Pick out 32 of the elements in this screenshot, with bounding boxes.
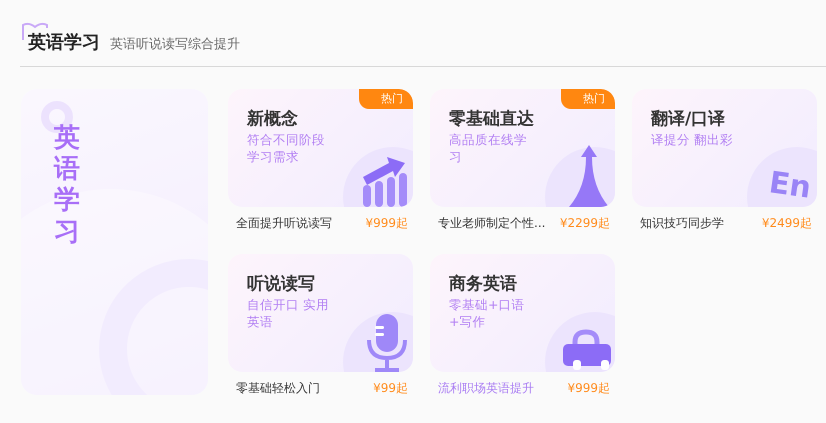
course-caption[interactable]: 全面提升听说读写 xyxy=(236,214,332,232)
briefcase-icon xyxy=(561,328,611,372)
course-subtitle: 符合不同阶段学习需求 xyxy=(247,131,326,165)
letters-icon: En xyxy=(767,168,813,204)
course-title: 商务英语 xyxy=(449,273,518,295)
course-price: ¥999起 xyxy=(365,215,408,232)
course-card[interactable]: 听说读写 自信开口 实用英语 xyxy=(228,254,413,372)
hot-badge: 热门 xyxy=(359,89,413,109)
course-card[interactable]: 商务英语 零基础+口语+写作 xyxy=(430,254,615,372)
hot-badge: 热门 xyxy=(561,89,615,109)
section-subtitle: 英语听说读写综合提升 xyxy=(110,36,240,53)
course-card[interactable]: 零基础直达 高品质在线学习 热门 xyxy=(430,89,615,207)
course-title: 翻译/口译 xyxy=(651,108,726,130)
course-title: 新概念 xyxy=(247,108,299,130)
course-caption[interactable]: 专业老师制定个性... xyxy=(438,214,546,232)
course-subtitle: 译提分 翻出彩 xyxy=(651,131,734,148)
section-title: 英语学习 xyxy=(28,31,100,54)
course-price: ¥2299起 xyxy=(560,215,610,232)
banner-title: 英语学习 xyxy=(54,123,80,248)
course-card[interactable]: En 翻译/口译 译提分 翻出彩 xyxy=(632,89,817,207)
course-card[interactable]: 新概念 符合不同阶段学习需求 热门 xyxy=(228,89,413,207)
course-subtitle: 自信开口 实用英语 xyxy=(247,296,330,330)
course-subtitle: 高品质在线学习 xyxy=(449,131,528,165)
course-caption[interactable]: 零基础轻松入门 xyxy=(236,379,320,397)
course-price: ¥99起 xyxy=(373,380,408,397)
course-subtitle: 零基础+口语+写作 xyxy=(449,296,526,330)
course-price: ¥999起 xyxy=(567,380,610,397)
course-title: 零基础直达 xyxy=(449,108,535,130)
course-caption[interactable]: 知识技巧同步学 xyxy=(640,214,724,232)
microphone-icon xyxy=(365,314,409,372)
course-price: ¥2499起 xyxy=(762,215,812,232)
course-title: 听说读写 xyxy=(247,273,316,295)
